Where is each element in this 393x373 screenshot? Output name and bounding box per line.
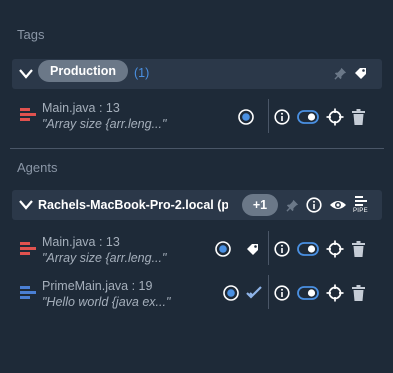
radio-selected-icon[interactable]	[238, 109, 254, 125]
tag-group-header[interactable]: Production (1)	[12, 59, 382, 89]
tag-count: (1)	[134, 66, 150, 80]
divider	[268, 231, 269, 265]
trash-icon[interactable]	[352, 109, 365, 125]
pipe-icon[interactable]	[353, 195, 369, 207]
chevron-down-icon[interactable]	[18, 67, 34, 81]
radio-selected-icon[interactable]	[223, 285, 239, 301]
breakpoint-file[interactable]: PrimeMain.java : 19	[42, 279, 152, 293]
agent-group-header[interactable]: Rachels-MacBook-Pro-2.local (pid +1 PIPE	[12, 190, 382, 220]
extra-agents-badge[interactable]: +1	[242, 194, 278, 216]
divider	[268, 275, 269, 309]
pin-icon[interactable]	[334, 67, 347, 80]
breakpoint-icon	[20, 108, 36, 121]
tags-section-title: Tags	[17, 27, 45, 42]
info-icon[interactable]	[306, 197, 322, 213]
breakpoint-file[interactable]: Main.java : 13	[42, 101, 120, 115]
agent-name: Rachels-MacBook-Pro-2.local (pid	[38, 198, 228, 212]
tag-name-pill[interactable]: Production	[38, 60, 128, 82]
breakpoint-message: "Hello world {java ex..."	[42, 295, 171, 309]
agent-breakpoint-row[interactable]: PrimeMain.java : 19 "Hello world {java e…	[20, 275, 380, 319]
divider	[268, 99, 269, 133]
breakpoint-file[interactable]: Main.java : 13	[42, 235, 120, 249]
breakpoint-icon	[20, 286, 36, 299]
toggle-switch-icon[interactable]	[297, 241, 319, 257]
tag-icon[interactable]	[246, 242, 260, 256]
crosshair-icon[interactable]	[326, 284, 344, 302]
info-icon[interactable]	[274, 109, 290, 125]
section-divider	[10, 148, 384, 149]
crosshair-icon[interactable]	[326, 240, 344, 258]
breakpoint-message: "Array size {arr.leng..."	[42, 117, 167, 131]
crosshair-icon[interactable]	[326, 108, 344, 126]
toggle-switch-icon[interactable]	[297, 109, 319, 125]
trash-icon[interactable]	[352, 285, 365, 301]
trash-icon[interactable]	[352, 241, 365, 257]
pipe-label: PIPE	[353, 208, 368, 214]
check-icon[interactable]	[246, 286, 263, 299]
pin-icon[interactable]	[286, 199, 299, 212]
breakpoint-icon	[20, 242, 36, 255]
tag-icon[interactable]	[354, 66, 368, 80]
chevron-down-icon[interactable]	[18, 198, 34, 212]
tag-breakpoint-row[interactable]: Main.java : 13 "Array size {arr.leng..."	[20, 99, 380, 141]
info-icon[interactable]	[274, 241, 290, 257]
breakpoint-message: "Array size {arr.leng..."	[42, 251, 167, 265]
toggle-switch-icon[interactable]	[297, 285, 319, 301]
agents-section-title: Agents	[17, 160, 58, 175]
agent-breakpoint-row[interactable]: Main.java : 13 "Array size {arr.leng..."	[20, 231, 380, 275]
info-icon[interactable]	[274, 285, 290, 301]
eye-icon[interactable]	[329, 198, 347, 212]
radio-selected-icon[interactable]	[215, 241, 231, 257]
